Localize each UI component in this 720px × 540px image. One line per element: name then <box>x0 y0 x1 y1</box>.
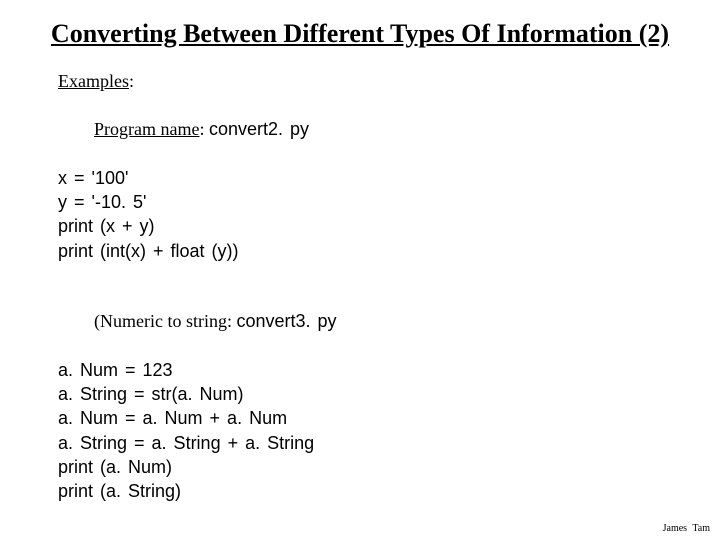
code-line: a. Num = 123 <box>58 358 690 382</box>
examples-heading: Examples: <box>58 69 690 93</box>
code-line: print (x + y) <box>58 214 690 238</box>
program-name-sep: : <box>199 119 209 139</box>
slide-container: Converting Between Different Types Of In… <box>0 0 720 504</box>
code-line: print (a. String) <box>58 479 690 503</box>
program-name-label: Program name <box>94 119 199 139</box>
example-block-1: Examples: Program name: convert2. py x =… <box>58 69 690 263</box>
code-line: print (int(x) + float (y)) <box>58 239 690 263</box>
code-line: y = '-10. 5' <box>58 190 690 214</box>
intro-prefix: (Numeric to string <box>94 311 227 331</box>
example-block-2: (Numeric to string: convert3. py a. Num … <box>58 285 690 504</box>
code-line: a. String = str(a. Num) <box>58 382 690 406</box>
examples-label: Examples <box>58 71 129 91</box>
slide-content: Examples: Program name: convert2. py x =… <box>30 69 690 504</box>
program-name-value-2: convert3. py <box>237 311 337 331</box>
code-line: a. String = a. String + a. String <box>58 431 690 455</box>
program-name-line-2: (Numeric to string: convert3. py <box>58 285 690 358</box>
program-name-line-1: Program name: convert2. py <box>58 93 690 166</box>
intro-sep: : <box>227 311 237 331</box>
examples-colon: : <box>129 71 134 91</box>
footer-author: James Tam <box>663 523 710 534</box>
code-line: x = '100' <box>58 166 690 190</box>
program-name-value-1: convert2. py <box>209 119 309 139</box>
code-line: a. Num = a. Num + a. Num <box>58 406 690 430</box>
code-line: print (a. Num) <box>58 455 690 479</box>
slide-title: Converting Between Different Types Of In… <box>30 18 690 51</box>
